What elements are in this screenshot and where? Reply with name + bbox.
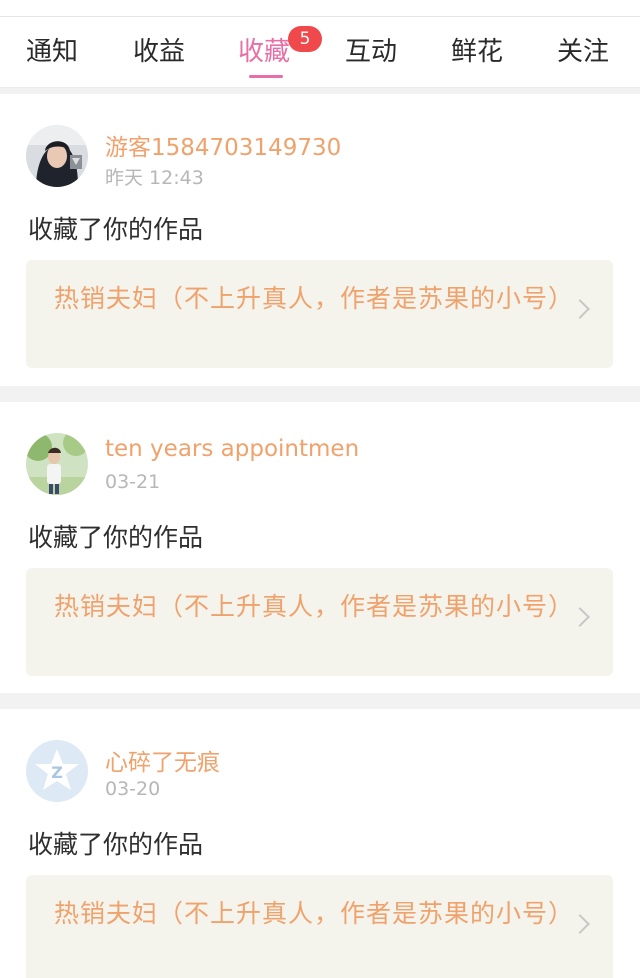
work-title: 热销夫妇（不上升真人，作者是苏果的小号） xyxy=(54,284,575,313)
avatar[interactable]: Z xyxy=(26,740,88,802)
username[interactable]: 心碎了无痕 xyxy=(105,743,220,777)
notification-list: 游客1584703149730 昨天 12:43 收藏了你的作品 热销夫妇（不上… xyxy=(0,94,640,978)
username[interactable]: 游客1584703149730 xyxy=(105,128,341,162)
tab-following[interactable]: 关注 xyxy=(557,31,609,68)
notification-card: 游客1584703149730 昨天 12:43 收藏了你的作品 热销夫妇（不上… xyxy=(0,94,640,386)
dark-hair-girl-avatar-icon xyxy=(26,125,88,187)
avatar[interactable] xyxy=(26,125,88,187)
notification-card: ten years appointmen 03-21 收藏了你的作品 热销夫妇（… xyxy=(0,402,640,693)
username[interactable]: ten years appointmen xyxy=(105,436,359,462)
action-text: 收藏了你的作品 xyxy=(28,523,204,552)
status-bar-strip xyxy=(0,0,640,17)
work-title: 热销夫妇（不上升真人，作者是苏果的小号） xyxy=(54,592,575,621)
action-text: 收藏了你的作品 xyxy=(28,215,204,244)
work-title: 热销夫妇（不上升真人，作者是苏果的小号） xyxy=(54,899,575,928)
work-link[interactable]: 热销夫妇（不上升真人，作者是苏果的小号） xyxy=(26,568,613,676)
tab-interactions[interactable]: 互动 xyxy=(345,31,397,68)
notification-card: Z 心碎了无痕 03-20 收藏了你的作品 热销夫妇（不上升真人，作者是苏果的小… xyxy=(0,709,640,978)
active-tab-indicator xyxy=(249,75,283,78)
svg-text:Z: Z xyxy=(51,763,63,782)
tab-flowers[interactable]: 鲜花 xyxy=(451,31,503,68)
avatar[interactable] xyxy=(26,433,88,495)
timestamp: 03-21 xyxy=(105,471,161,493)
timestamp: 03-20 xyxy=(105,778,161,800)
favorites-count-badge: 5 xyxy=(288,26,322,52)
tab-earnings[interactable]: 收益 xyxy=(133,31,185,68)
work-link[interactable]: 热销夫妇（不上升真人，作者是苏果的小号） xyxy=(26,875,613,978)
outdoor-person-avatar-icon xyxy=(26,433,88,495)
tab-bar: 通知 收益 收藏 5 互动 鲜花 关注 xyxy=(0,17,640,88)
tab-favorites[interactable]: 收藏 xyxy=(238,31,290,68)
work-link[interactable]: 热销夫妇（不上升真人，作者是苏果的小号） xyxy=(26,260,613,368)
tab-notifications[interactable]: 通知 xyxy=(26,31,78,68)
timestamp: 昨天 12:43 xyxy=(105,167,204,189)
default-star-avatar-icon: Z xyxy=(26,740,88,802)
action-text: 收藏了你的作品 xyxy=(28,830,204,859)
